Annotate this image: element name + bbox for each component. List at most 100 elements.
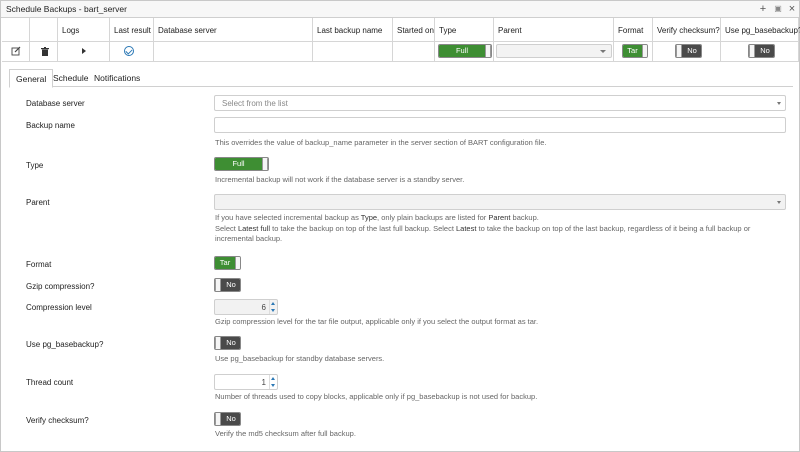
database-server-label: Database server: [26, 99, 85, 108]
trash-icon: [41, 47, 49, 56]
header-logs[interactable]: Logs: [58, 18, 110, 42]
chevron-down-icon: [777, 201, 781, 204]
backup-name-label: Backup name: [26, 121, 75, 130]
thread-count-label: Thread count: [26, 378, 74, 387]
database-server-placeholder: Select from the list: [222, 99, 288, 108]
format-toggle[interactable]: Tar: [214, 256, 241, 270]
parent-help-text: to take the backup on top of the last fu…: [270, 223, 456, 233]
verify-checksum-help: Verify the md5 checksum after full backu…: [215, 429, 356, 438]
format-cell: Tar: [614, 42, 653, 62]
parent-help-text: backup.: [510, 213, 539, 222]
close-icon[interactable]: ×: [786, 3, 798, 15]
compression-level-stepper[interactable]: [269, 300, 277, 314]
gzip-compression-label: Gzip compression?: [26, 282, 95, 291]
format-toggle-grid[interactable]: Tar: [622, 44, 648, 58]
use-pg-basebackup-toggle[interactable]: No: [214, 336, 241, 350]
use-pg-basebackup-label: Use pg_basebackup?: [26, 340, 104, 349]
header-verify-checksum[interactable]: Verify checksum?: [653, 18, 721, 42]
save-icon[interactable]: ▣: [772, 3, 784, 15]
format-label: Format: [26, 260, 52, 269]
gzip-compression-toggle-label: No: [221, 279, 240, 291]
last-result-cell: [110, 42, 154, 62]
parent-help-emphasis: Latest full: [237, 223, 271, 233]
caret-up-icon: [271, 302, 275, 305]
verify-checksum-label: Verify checksum?: [26, 416, 89, 425]
parent-help-emphasis: Type: [360, 213, 378, 222]
tab-notifications[interactable]: Notifications: [88, 69, 146, 87]
verify-checksum-toggle-grid-label: No: [682, 45, 701, 57]
started-on-cell: [393, 42, 435, 62]
backup-name-input[interactable]: [214, 117, 786, 133]
header-parent[interactable]: Parent: [494, 18, 614, 42]
logs-expand-button[interactable]: [58, 42, 110, 62]
chevron-down-icon: [777, 102, 781, 105]
header-edit-col: [2, 18, 30, 42]
header-database-server-label: Database server: [158, 26, 217, 35]
toggle-knob: [262, 158, 268, 170]
parent-help-line-3: incremental backup.: [215, 234, 283, 243]
type-toggle[interactable]: Full: [214, 157, 269, 171]
database-server-select[interactable]: Select from the list: [214, 95, 786, 111]
caret-up-icon: [271, 377, 275, 380]
parent-help-text: , only plain backups are listed for: [377, 213, 489, 222]
database-server-cell[interactable]: [154, 42, 313, 62]
thread-count-stepper[interactable]: [269, 375, 277, 389]
header-use-pg-basebackup[interactable]: Use pg_basebackup?: [721, 18, 800, 42]
parent-cell: [494, 42, 614, 62]
toggle-knob: [642, 45, 647, 57]
type-toggle-grid[interactable]: Full: [438, 44, 492, 58]
toggle-knob: [485, 45, 491, 57]
header-last-result[interactable]: Last result: [110, 18, 154, 42]
thread-count-input[interactable]: 1: [214, 374, 278, 390]
header-started-on[interactable]: Started on: [393, 18, 435, 42]
compression-level-input[interactable]: 6: [214, 299, 278, 315]
caret-down-icon: [271, 384, 275, 387]
format-toggle-grid-label: Tar: [623, 45, 642, 57]
header-format[interactable]: Format: [614, 18, 653, 42]
use-pg-basebackup-toggle-grid[interactable]: No: [748, 44, 775, 58]
type-toggle-grid-label: Full: [439, 45, 485, 57]
form-tabs: General Schedule Notifications: [9, 69, 793, 88]
parent-help-emphasis: Latest: [456, 223, 477, 233]
caret-right-icon: [82, 48, 86, 54]
use-pg-basebackup-toggle-grid-label: No: [755, 45, 774, 57]
type-label: Type: [26, 161, 44, 170]
last-backup-name-cell: [313, 42, 393, 62]
header-verify-checksum-label: Verify checksum?: [657, 26, 720, 35]
check-circle-icon: [124, 46, 134, 56]
parent-select-grid[interactable]: [496, 44, 612, 58]
edit-row-button[interactable]: [2, 42, 30, 62]
caret-down-icon: [271, 309, 275, 312]
verify-checksum-toggle[interactable]: No: [214, 412, 241, 426]
header-delete-col: [30, 18, 58, 42]
header-last-backup-name-label: Last backup name: [317, 26, 383, 35]
verify-checksum-toggle-label: No: [221, 413, 240, 425]
header-last-backup-name[interactable]: Last backup name: [313, 18, 393, 42]
format-toggle-label: Tar: [215, 257, 235, 269]
parent-help-emphasis: Parent: [488, 213, 511, 222]
gzip-compression-toggle[interactable]: No: [214, 278, 241, 292]
compression-level-help: Gzip compression level for the tar file …: [215, 317, 539, 326]
header-type[interactable]: Type: [435, 18, 494, 42]
parent-help-text: Select: [215, 223, 238, 233]
use-pg-basebackup-help: Use pg_basebackup for standby database s…: [215, 354, 385, 363]
toggle-knob: [235, 257, 240, 269]
header-format-label: Format: [618, 26, 644, 35]
parent-help: If you have selected incremental backup …: [215, 213, 775, 245]
parent-help-line-2: Select Latest full to take the backup on…: [215, 224, 775, 235]
add-icon[interactable]: +: [757, 3, 769, 15]
verify-checksum-toggle-grid[interactable]: No: [675, 44, 702, 58]
type-help: Incremental backup will not work if the …: [215, 175, 465, 184]
parent-help-line-1: If you have selected incremental backup …: [215, 213, 775, 224]
parent-select[interactable]: [214, 194, 786, 210]
backup-name-help: This overrides the value of backup_name …: [215, 138, 547, 147]
header-use-pg-basebackup-label: Use pg_basebackup?: [725, 26, 800, 35]
edit-icon: [11, 46, 21, 56]
header-started-on-label: Started on: [397, 26, 434, 35]
header-parent-label: Parent: [498, 26, 522, 35]
use-pg-basebackup-toggle-label: No: [221, 337, 240, 349]
header-last-result-label: Last result: [114, 26, 151, 35]
panel-title: Schedule Backups - bart_server: [6, 4, 127, 14]
delete-row-button[interactable]: [30, 42, 58, 62]
header-database-server[interactable]: Database server: [154, 18, 313, 42]
